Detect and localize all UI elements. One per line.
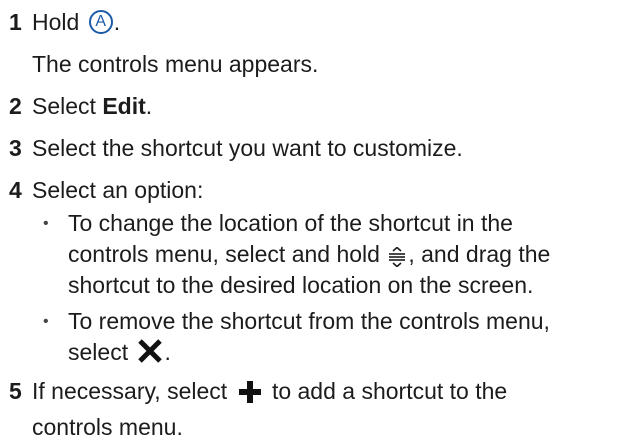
instruction-steps: 1 Hold A. The controls menu appears. 2 S… (0, 4, 637, 445)
step-2: 2 Select Edit. (0, 88, 637, 124)
step-text: Select (32, 93, 96, 119)
step-4: 4 Select an option: To change the locati… (0, 172, 637, 368)
option-text: select (68, 339, 129, 365)
step-text: Select the shortcut you want to customiz… (32, 135, 463, 161)
edit-label: Edit (102, 93, 146, 119)
step-number: 5 (9, 378, 22, 404)
step-number: 2 (9, 93, 22, 119)
option-text: To remove the shortcut from the controls… (68, 308, 550, 334)
option-remove: To remove the shortcut from the controls… (32, 306, 637, 368)
step-5: 5 If necessary, select to add a shortcut… (0, 373, 637, 445)
step-punct: . (145, 93, 153, 119)
step-number: 4 (9, 177, 22, 203)
step-1-line: Hold A. (32, 4, 637, 40)
plus-icon (238, 378, 262, 403)
option-text: . (164, 339, 171, 365)
option-text: To change the location of the shortcut i… (68, 210, 513, 236)
step-1-result: The controls menu appears. (32, 51, 319, 77)
step-text: to add a shortcut to the (271, 378, 508, 404)
step-number: 3 (9, 135, 22, 161)
close-x-icon (137, 338, 163, 364)
step-3: 3 Select the shortcut you want to custom… (0, 130, 637, 166)
step-number: 1 (9, 9, 22, 35)
option-text: controls menu, select and hold (68, 241, 380, 267)
step-text: Select an option: (32, 177, 204, 203)
step-punct: . (113, 9, 121, 35)
option-text: shortcut to the desired location on the … (68, 272, 534, 298)
option-reorder: To change the location of the shortcut i… (32, 208, 637, 301)
step-1: 1 Hold A. The controls menu appears. (0, 4, 637, 82)
option-text: , and drag the (408, 241, 551, 267)
reorder-icon (388, 244, 406, 268)
step-text: controls menu. (32, 414, 183, 440)
a-button-icon: A (88, 9, 113, 34)
option-list: To change the location of the shortcut i… (32, 208, 637, 368)
step-text: Hold (32, 9, 80, 35)
step-text: If necessary, select (32, 378, 228, 404)
